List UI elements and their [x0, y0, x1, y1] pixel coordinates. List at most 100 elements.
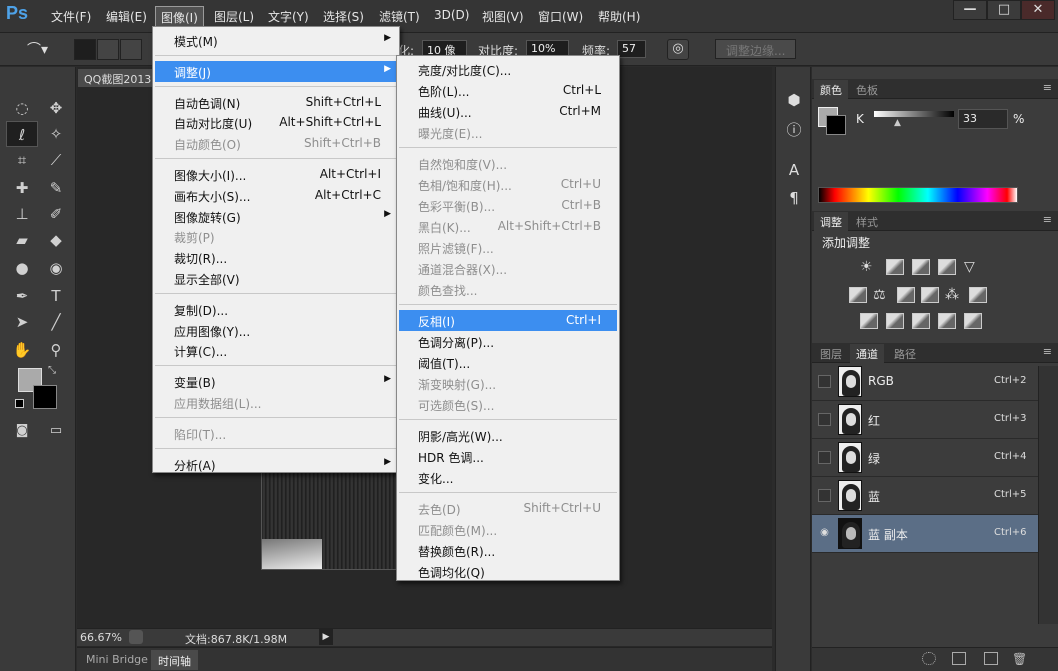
image-menu-item-4[interactable]: 自动色调(N) Shift+Ctrl+L — [155, 92, 397, 113]
vibrance-icon[interactable]: ▽ — [964, 259, 982, 275]
type-tool-icon[interactable]: T — [40, 283, 72, 309]
panel-menu-icon[interactable]: ≡ — [1043, 213, 1052, 226]
visibility-eye-icon[interactable] — [818, 413, 831, 426]
refine-edge-button[interactable]: 调整边缘... — [715, 39, 797, 59]
menu-edit[interactable]: 编辑(E) — [106, 8, 147, 25]
default-colors-icon[interactable] — [15, 399, 24, 408]
clone-stamp-tool-icon[interactable]: ⊥ — [6, 201, 38, 227]
restore-button[interactable]: □ — [987, 0, 1021, 20]
image-menu-item-12[interactable]: 裁切(R)... — [155, 247, 397, 268]
healing-brush-tool-icon[interactable]: ✚ — [6, 175, 38, 201]
pen-tool-icon[interactable]: ✒ — [6, 283, 38, 309]
black-white-icon[interactable] — [897, 287, 915, 303]
paint-bucket-tool-icon[interactable]: ◆ — [40, 227, 72, 253]
canvas-image[interactable] — [261, 470, 398, 570]
threshold-icon[interactable] — [912, 313, 930, 329]
menu-type[interactable]: 文字(Y) — [268, 8, 309, 25]
marquee-tool-icon[interactable]: ◌ — [6, 95, 38, 121]
blur-tool-icon[interactable]: ● — [6, 255, 38, 281]
eraser-tool-icon[interactable]: ▰ — [6, 227, 38, 253]
info-panel-icon[interactable]: ⓘ — [782, 119, 806, 141]
menu-view[interactable]: 视图(V) — [482, 8, 524, 25]
save-selection-icon[interactable] — [952, 652, 966, 665]
move-tool-icon[interactable]: ✥ — [40, 95, 72, 121]
line-tool-icon[interactable]: ╱ — [40, 309, 72, 335]
adjust-menu-item-0[interactable]: 亮度/对比度(C)... — [399, 59, 617, 80]
tab-adjustments[interactable]: 调整 — [814, 212, 848, 231]
adjust-menu-item-20[interactable]: HDR 色调... — [399, 446, 617, 467]
levels-icon[interactable] — [886, 259, 904, 275]
image-menu-item-5[interactable]: 自动对比度(U) Alt+Shift+Ctrl+L — [155, 112, 397, 133]
image-menu-item-2[interactable]: 调整(J) ▶ — [155, 60, 397, 82]
hue-saturation-icon[interactable] — [849, 287, 867, 303]
adjust-menu-item-21[interactable]: 变化... — [399, 467, 617, 488]
zoom-level[interactable]: 66.67% — [80, 631, 122, 644]
status-menu-arrow-icon[interactable]: ▶ — [319, 629, 333, 645]
character-panel-icon[interactable]: A — [782, 159, 806, 181]
k-value-input[interactable]: 33 — [958, 109, 1008, 129]
visibility-eye-icon[interactable] — [818, 375, 831, 388]
k-slider[interactable] — [874, 111, 954, 117]
menu-help[interactable]: 帮助(H) — [598, 8, 640, 25]
document-tab[interactable]: QQ截图2013 — [78, 69, 156, 87]
image-menu-item-8[interactable]: 图像大小(I)... Alt+Ctrl+I — [155, 164, 397, 185]
add-selection-icon[interactable] — [97, 39, 119, 60]
channel-row[interactable]: 蓝 Ctrl+5 — [812, 477, 1038, 515]
frequency-input[interactable]: 57 — [617, 40, 646, 58]
brush-tool-icon[interactable]: ✎ — [40, 175, 72, 201]
quick-mask-icon[interactable]: ◙ — [6, 418, 38, 444]
adjust-menu-item-19[interactable]: 阴影/高光(W)... — [399, 425, 617, 446]
load-selection-icon[interactable] — [922, 652, 936, 665]
posterize-icon[interactable] — [886, 313, 904, 329]
hand-tool-icon[interactable]: ✋ — [6, 337, 38, 363]
close-button[interactable]: ✕ — [1021, 0, 1055, 20]
visibility-eye-icon[interactable] — [818, 451, 831, 464]
exposure-icon[interactable] — [938, 259, 956, 275]
screen-mode-icon[interactable]: ▭ — [40, 418, 72, 444]
path-selection-tool-icon[interactable]: ➤ — [6, 309, 38, 335]
image-menu-item-13[interactable]: 显示全部(V) — [155, 268, 397, 289]
menu-select[interactable]: 选择(S) — [323, 8, 364, 25]
status-info-icon[interactable] — [129, 630, 143, 644]
invert-icon[interactable] — [860, 313, 878, 329]
menu-window[interactable]: 窗口(W) — [538, 8, 583, 25]
new-channel-icon[interactable] — [984, 652, 998, 665]
tab-styles[interactable]: 样式 — [850, 212, 884, 231]
subtract-selection-icon[interactable] — [120, 39, 142, 60]
curves-icon[interactable] — [912, 259, 930, 275]
lasso-preset-icon[interactable]: ⌒▾ — [24, 39, 58, 60]
tab-channels[interactable]: 通道 — [850, 344, 884, 363]
color-lookup-icon[interactable] — [969, 287, 987, 303]
channel-row[interactable]: 红 Ctrl+3 — [812, 401, 1038, 439]
tab-paths[interactable]: 路径 — [888, 344, 922, 363]
adjust-menu-item-2[interactable]: 曲线(U)... Ctrl+M — [399, 101, 617, 122]
menu-layer[interactable]: 图层(L) — [214, 8, 254, 25]
image-menu-item-0[interactable]: 模式(M) ▶ — [155, 30, 397, 51]
lasso-tool-icon[interactable]: ℓ — [6, 121, 38, 147]
channels-scrollbar[interactable] — [1038, 366, 1058, 624]
image-menu-item-9[interactable]: 画布大小(S)... Alt+Ctrl+C — [155, 185, 397, 206]
menu-file[interactable]: 文件(F) — [51, 8, 91, 25]
crop-tool-icon[interactable]: ⌗ — [6, 147, 38, 173]
tablet-pressure-icon[interactable]: ◎ — [667, 39, 689, 60]
menu-3d[interactable]: 3D(D) — [434, 8, 469, 22]
brightness-icon[interactable]: ☀ — [860, 259, 878, 275]
image-menu-item-24[interactable]: 分析(A) ▶ — [155, 454, 397, 475]
photo-filter-icon[interactable] — [921, 287, 939, 303]
visibility-eye-icon[interactable] — [818, 489, 831, 502]
new-selection-icon[interactable] — [74, 39, 96, 60]
zoom-tool-icon[interactable]: ⚲ — [40, 337, 72, 363]
background-color-swatch[interactable] — [33, 385, 57, 409]
color-background-swatch[interactable] — [826, 115, 846, 135]
tab-swatches[interactable]: 色板 — [850, 80, 884, 99]
image-menu-item-10[interactable]: 图像旋转(G) ▶ — [155, 206, 397, 227]
image-menu-item-19[interactable]: 变量(B) ▶ — [155, 371, 397, 392]
adjust-menu-item-25[interactable]: 替换颜色(R)... — [399, 540, 617, 561]
tab-layers[interactable]: 图层 — [814, 344, 848, 363]
adjust-menu-item-26[interactable]: 色调均化(Q) — [399, 561, 617, 582]
color-spectrum-bar[interactable] — [818, 187, 1018, 203]
magic-wand-tool-icon[interactable]: ✧ — [40, 121, 72, 147]
swap-colors-icon[interactable]: ⤡ — [48, 365, 56, 376]
visibility-eye-icon[interactable]: ◉ — [818, 527, 831, 540]
channel-row[interactable]: 绿 Ctrl+4 — [812, 439, 1038, 477]
